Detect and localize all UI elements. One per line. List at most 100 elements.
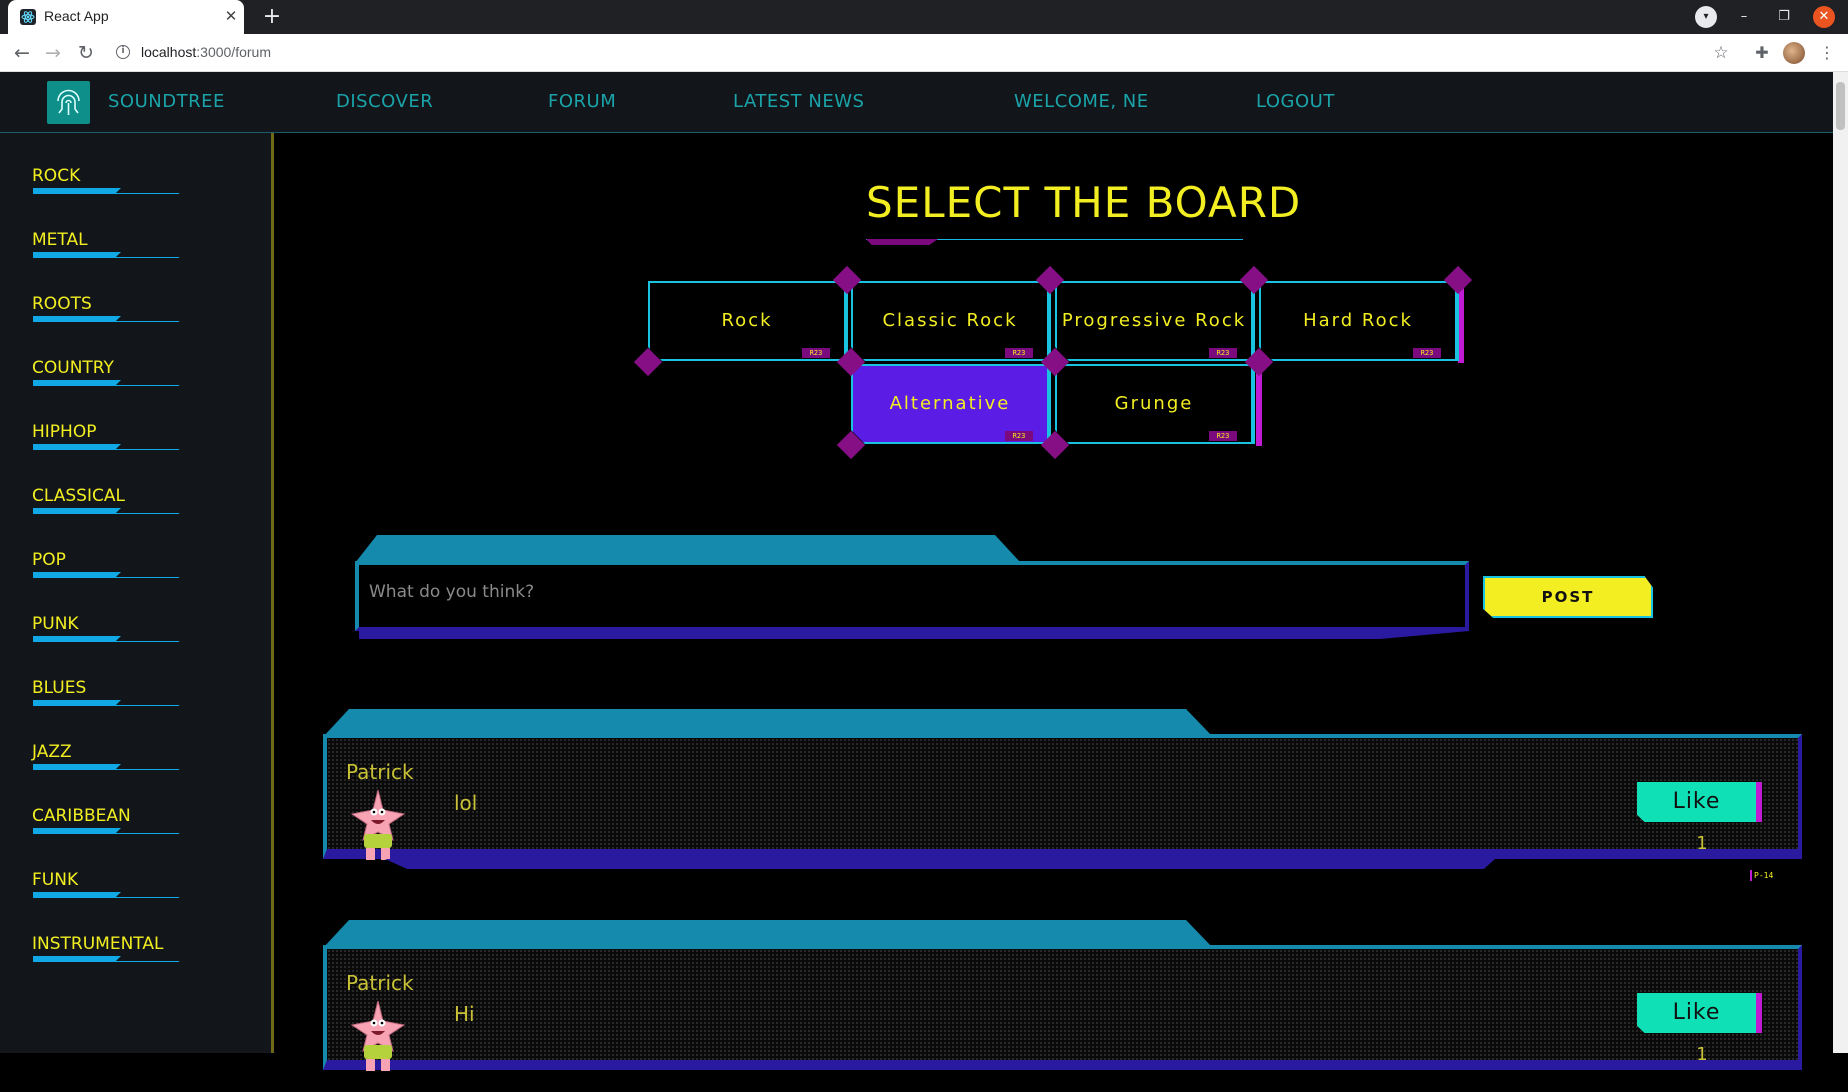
page-title: SELECT THE BOARD bbox=[866, 178, 1302, 227]
board-tag: R23 bbox=[1005, 348, 1033, 358]
post-box-footer bbox=[359, 631, 1469, 639]
board-label: Progressive Rock bbox=[1061, 310, 1247, 331]
new-post-box bbox=[355, 535, 1469, 651]
menu-icon[interactable]: ⋮ bbox=[1815, 41, 1839, 65]
genre-rock[interactable]: ROCK bbox=[32, 166, 80, 186]
board-label: Classic Rock bbox=[882, 310, 1018, 331]
nav-discover[interactable]: DISCOVER bbox=[336, 91, 433, 112]
tab-close-icon[interactable]: ✕ bbox=[222, 7, 240, 25]
close-window-icon[interactable]: ✕ bbox=[1813, 6, 1835, 28]
tab-search-icon[interactable]: ▾ bbox=[1695, 6, 1717, 28]
post-body: Patrick lol Like 1 P-14 bbox=[323, 734, 1802, 881]
post-input[interactable] bbox=[369, 577, 1429, 607]
genre-country[interactable]: COUNTRY bbox=[32, 358, 114, 378]
genre-metal[interactable]: METAL bbox=[32, 230, 88, 250]
board-shadow bbox=[1256, 370, 1262, 446]
board-label: Grunge bbox=[1114, 393, 1194, 414]
page-scrollbar[interactable] bbox=[1833, 72, 1848, 1053]
genre-pop[interactable]: POP bbox=[32, 550, 66, 570]
genre-underline bbox=[33, 828, 179, 836]
browser-address-bar: ← → ↻ i localhost:3000/forum ☆ ✚ ⋮ bbox=[0, 34, 1848, 72]
site-info-icon[interactable]: i bbox=[116, 45, 130, 59]
post-author[interactable]: Patrick bbox=[346, 760, 414, 784]
minimize-icon[interactable]: – bbox=[1733, 6, 1755, 28]
forward-icon[interactable]: → bbox=[41, 41, 65, 65]
genre-roots[interactable]: ROOTS bbox=[32, 294, 92, 314]
url-field[interactable]: localhost:3000/forum bbox=[141, 44, 271, 60]
post-header-bar bbox=[323, 920, 1213, 948]
reload-icon[interactable]: ↻ bbox=[74, 41, 98, 65]
board-label: Rock bbox=[721, 310, 773, 331]
genre-instrumental[interactable]: INSTRUMENTAL bbox=[32, 934, 163, 954]
genre-underline bbox=[33, 764, 179, 772]
like-button[interactable]: Like bbox=[1637, 993, 1762, 1033]
genre-underline bbox=[33, 892, 179, 900]
board-tag: R23 bbox=[1005, 431, 1033, 441]
tab-title: React App bbox=[44, 8, 109, 24]
browser-tabbar: React App ✕ + ▾ – ❐ ✕ bbox=[0, 0, 1848, 34]
restore-icon[interactable]: ❐ bbox=[1773, 6, 1795, 28]
genre-hiphop[interactable]: HIPHOP bbox=[32, 422, 96, 442]
genre-classical[interactable]: CLASSICAL bbox=[32, 486, 125, 506]
post-box-header bbox=[355, 535, 1021, 563]
patrick-avatar bbox=[350, 789, 406, 860]
board-alternative[interactable]: Alternative R23 bbox=[851, 364, 1051, 444]
post-author[interactable]: Patrick bbox=[346, 971, 414, 995]
post-field-frame bbox=[355, 561, 1469, 631]
board-progressive-rock[interactable]: Progressive Rock R23 bbox=[1055, 281, 1255, 361]
board-label: Hard Rock bbox=[1303, 310, 1413, 331]
nav-latest-news[interactable]: LATEST NEWS bbox=[733, 91, 864, 112]
board-tag: R23 bbox=[1209, 348, 1237, 358]
genre-jazz[interactable]: JAZZ bbox=[32, 742, 72, 762]
genre-underline bbox=[33, 956, 179, 964]
like-button[interactable]: Like bbox=[1637, 782, 1762, 822]
board-tag: R23 bbox=[1413, 348, 1441, 358]
react-favicon-icon bbox=[20, 9, 36, 25]
forum-post: Patrick lol Like 1 P-14 bbox=[323, 709, 1802, 881]
genre-sidebar: ROCK METAL ROOTS COUNTRY HIPHOP CLASSICA… bbox=[0, 133, 274, 1053]
url-host: localhost bbox=[141, 44, 197, 60]
new-tab-button[interactable]: + bbox=[258, 3, 286, 31]
bookmark-star-icon[interactable]: ☆ bbox=[1709, 41, 1733, 65]
title-underline-accent bbox=[866, 239, 938, 245]
board-label: Alternative bbox=[889, 393, 1011, 414]
scrollbar-thumb[interactable] bbox=[1836, 82, 1845, 130]
genre-underline bbox=[33, 380, 179, 388]
profile-avatar[interactable] bbox=[1783, 42, 1805, 64]
soundtree-logo-icon[interactable] bbox=[47, 81, 90, 124]
nav-logout[interactable]: LOGOUT bbox=[1256, 91, 1335, 112]
app-header: SOUNDTREE DISCOVER FORUM LATEST NEWS WEL… bbox=[0, 72, 1833, 133]
post-tag: P-14 bbox=[1750, 870, 1780, 881]
browser-tab[interactable]: React App ✕ bbox=[8, 0, 244, 34]
genre-underline bbox=[33, 252, 179, 260]
genre-underline bbox=[33, 572, 179, 580]
board-classic-rock[interactable]: Classic Rock R23 bbox=[851, 281, 1051, 361]
genre-underline bbox=[33, 444, 179, 452]
board-tag: R23 bbox=[1209, 431, 1237, 441]
genre-punk[interactable]: PUNK bbox=[32, 614, 79, 634]
genre-underline bbox=[33, 700, 179, 708]
board-rock[interactable]: Rock R23 bbox=[648, 281, 848, 361]
genre-underline bbox=[33, 316, 179, 324]
extensions-icon[interactable]: ✚ bbox=[1750, 41, 1774, 65]
genre-underline bbox=[33, 508, 179, 516]
forum-post: Patrick Hi Like 1 bbox=[323, 920, 1802, 1092]
board-grunge[interactable]: Grunge R23 bbox=[1055, 364, 1255, 444]
post-text: Hi bbox=[454, 1002, 475, 1026]
board-tag: R23 bbox=[802, 348, 830, 358]
post-text: lol bbox=[454, 791, 478, 815]
post-footer-bar bbox=[385, 859, 1495, 869]
back-icon[interactable]: ← bbox=[10, 41, 34, 65]
welcome-user: WELCOME, NE bbox=[1014, 91, 1149, 112]
board-hard-rock[interactable]: Hard Rock R23 bbox=[1259, 281, 1459, 361]
post-button[interactable]: POST bbox=[1483, 576, 1653, 618]
nav-soundtree[interactable]: SOUNDTREE bbox=[108, 91, 225, 112]
genre-caribbean[interactable]: CARIBBEAN bbox=[32, 806, 131, 826]
post-body: Patrick Hi Like 1 bbox=[323, 945, 1802, 1071]
genre-underline bbox=[33, 636, 179, 644]
genre-blues[interactable]: BLUES bbox=[32, 678, 86, 698]
genre-underline bbox=[33, 188, 179, 196]
genre-funk[interactable]: FUNK bbox=[32, 870, 78, 890]
patrick-avatar bbox=[350, 1000, 406, 1071]
nav-forum[interactable]: FORUM bbox=[548, 91, 616, 112]
